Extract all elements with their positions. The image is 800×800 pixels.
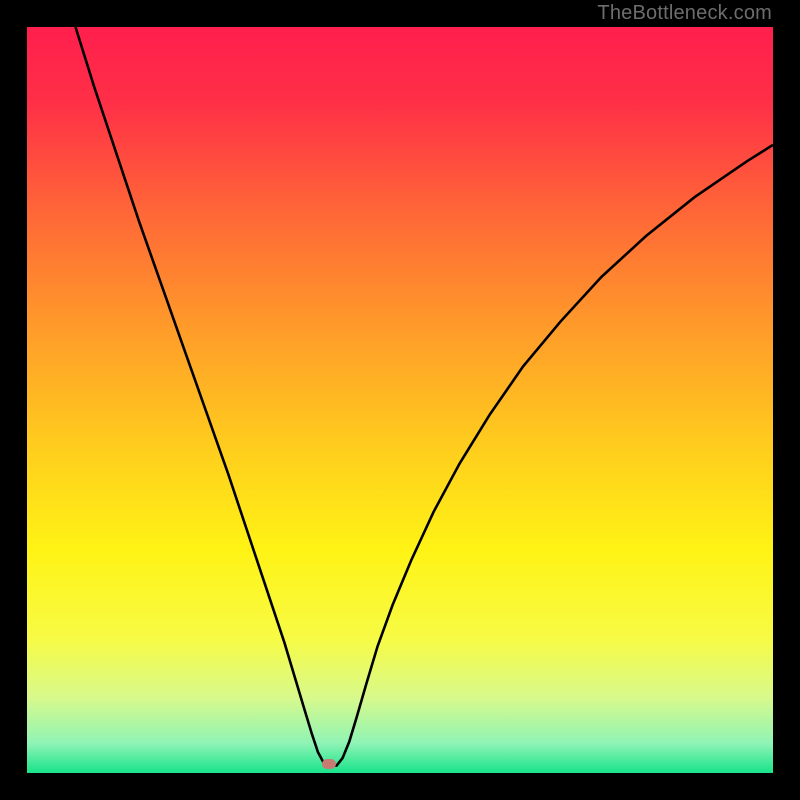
background-gradient [27, 27, 773, 773]
chart-frame: TheBottleneck.com [0, 0, 800, 800]
optimum-marker [322, 759, 336, 769]
plot-area [27, 27, 773, 773]
watermark-text: TheBottleneck.com [597, 2, 772, 25]
